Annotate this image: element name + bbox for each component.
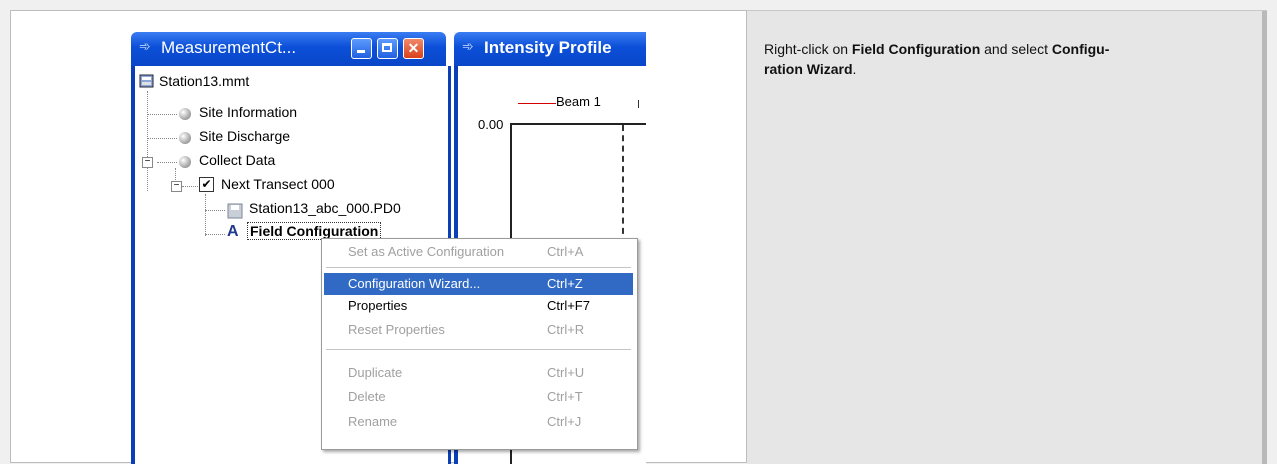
menu-label: Reset Properties [348,322,445,337]
intensity-profile-title-bar[interactable]: ➾ Intensity Profile [454,32,646,66]
menu-label: Configuration Wizard... [348,276,481,291]
instruction-text: Right-click on Field Configuration and s… [764,39,1244,79]
intensity-profile-title: Intensity Profile [484,38,612,57]
menu-shortcut: Ctrl+R [547,322,585,337]
menu-label: Rename [348,414,398,429]
menu-label: Properties [348,298,408,313]
context-menu: Set as Active Configuration Ctrl+A Confi… [321,238,638,450]
menu-properties[interactable]: Properties Ctrl+F7 [324,295,633,317]
menu-configuration-wizard[interactable]: Configuration Wizard... Ctrl+Z [324,273,633,295]
beam-legend-line [518,103,556,104]
app-screenshot: ➾ MeasurementCt... ✕ Station13.mmt Site … [131,32,646,464]
project-file-icon [139,74,154,88]
menu-shortcut: Ctrl+J [547,414,582,429]
menu-delete[interactable]: Delete Ctrl+T [324,386,633,408]
minimize-button[interactable] [351,38,372,59]
app-logo-icon: ➾ [139,38,151,54]
close-icon: ✕ [407,40,420,56]
configuration-icon: A [227,223,239,240]
tree-item-next-transect[interactable]: Next Transect 000 [221,176,335,192]
menu-reset-properties[interactable]: Reset Properties Ctrl+R [324,319,633,341]
menu-shortcut: Ctrl+Z [547,276,583,291]
tree-item-site-information[interactable]: Site Information [199,104,297,120]
menu-duplicate[interactable]: Duplicate Ctrl+U [324,362,633,384]
menu-label: Delete [348,389,386,404]
menu-shortcut: Ctrl+U [547,365,585,380]
menu-shortcut: Ctrl+A [547,244,584,259]
menu-shortcut: Ctrl+T [547,389,583,404]
close-button[interactable]: ✕ [403,38,424,59]
instruction-table: ➾ MeasurementCt... ✕ Station13.mmt Site … [10,10,1267,464]
site-information-icon [179,108,191,120]
beam-legend-label: Beam 1 [556,94,601,109]
instruction-cell: Right-click on Field Configuration and s… [747,10,1267,464]
instruction-field-configuration: Field Configuration [851,41,981,57]
instruction-middle: and select [980,41,1052,57]
window-title-bar[interactable]: ➾ MeasurementCt... ✕ [131,32,446,66]
menu-label: Set as Active Configuration [348,244,505,259]
screenshot-cell: ➾ MeasurementCt... ✕ Station13.mmt Site … [10,10,747,464]
axis-tick-label: 0.00 [478,117,504,132]
instruction-configuration-wizard-part1: Configu- [1051,41,1110,57]
checkbox-icon[interactable]: ✔ [199,177,214,192]
tree-item-site-discharge[interactable]: Site Discharge [199,128,290,144]
site-discharge-icon [179,132,191,144]
tree-item-data-file[interactable]: Station13_abc_000.PD0 [249,200,401,216]
collect-data-icon [179,156,191,168]
menu-set-active-configuration[interactable]: Set as Active Configuration Ctrl+A [324,241,633,263]
instruction-suffix: . [852,61,857,77]
menu-shortcut: Ctrl+F7 [547,298,590,313]
window-title: MeasurementCt... [161,38,297,57]
instruction-prefix: Right-click on [764,41,852,57]
collapse-collect-data-icon[interactable]: − [142,157,153,168]
tree-item-root[interactable]: Station13.mmt [159,73,249,89]
tree-item-collect-data[interactable]: Collect Data [199,152,275,168]
instruction-configuration-wizard-part2: ration Wizard [764,61,853,77]
menu-label: Duplicate [348,365,403,380]
disk-icon [227,203,243,219]
intensity-logo-icon: ➾ [462,38,474,54]
collapse-next-transect-icon[interactable]: − [171,181,182,192]
menu-rename[interactable]: Rename Ctrl+J [324,411,633,433]
maximize-button[interactable] [377,38,398,59]
